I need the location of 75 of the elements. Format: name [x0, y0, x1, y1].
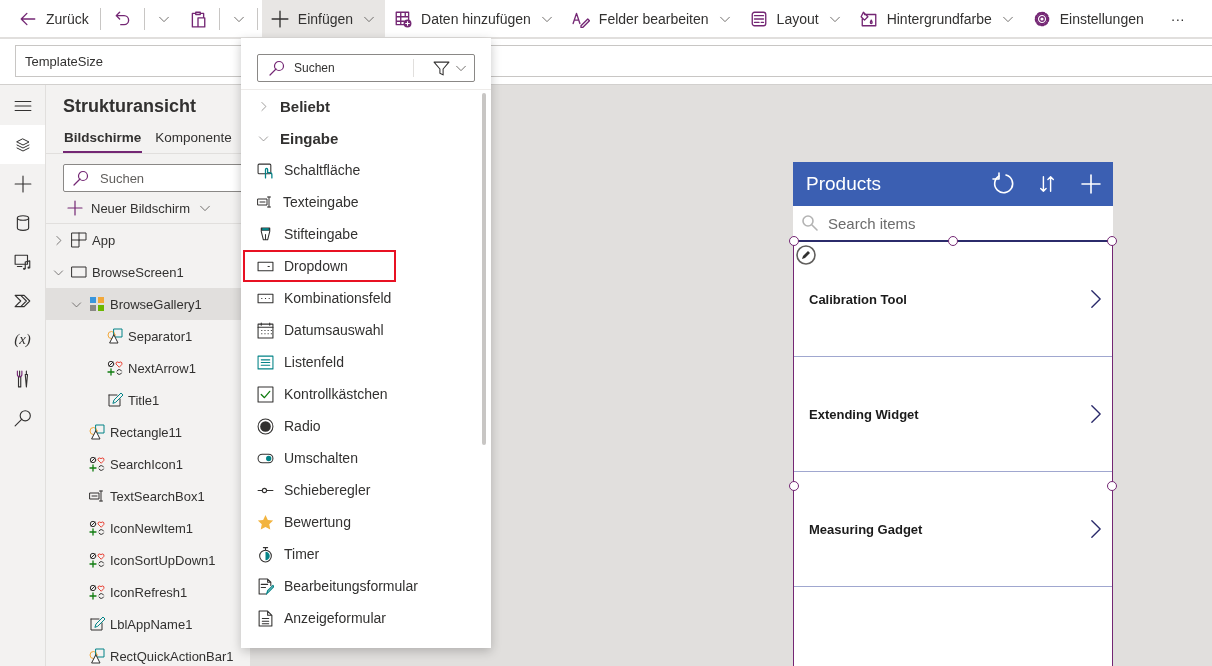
symbols-icon	[89, 552, 105, 568]
screen-icon	[71, 264, 87, 280]
shapes-icon	[89, 648, 105, 664]
resize-handle[interactable]	[789, 481, 799, 491]
search-icon	[269, 60, 285, 76]
menu-item[interactable]: Schaltfläche	[243, 154, 409, 186]
paint-bucket-icon	[859, 9, 878, 28]
item-title: Calibration Tool	[809, 291, 908, 307]
tab[interactable]: Komponente	[154, 126, 233, 153]
toolbar-button[interactable]: Einstellungen	[1023, 0, 1153, 37]
tab[interactable]: Bildschirme	[63, 126, 143, 153]
panel-title: Strukturansicht	[62, 95, 198, 118]
gallery-icon	[89, 296, 105, 312]
button-icon	[257, 161, 274, 179]
checkbox-icon	[257, 385, 274, 403]
new-screen-button[interactable]: Neuer Bildschirm	[63, 198, 216, 218]
plus-icon	[67, 200, 83, 216]
category-header[interactable]: Beliebt	[241, 90, 336, 122]
variables-button[interactable]: (x)	[0, 320, 45, 359]
edit-icon	[796, 245, 816, 265]
undo-icon	[113, 9, 132, 28]
symbols-icon	[89, 584, 105, 600]
layout-icon	[749, 9, 768, 28]
list-box-icon	[257, 353, 274, 371]
toolbar-button[interactable]: Daten hinzufügen	[385, 0, 563, 37]
plus-icon	[13, 174, 32, 193]
chevron-right-icon	[1090, 404, 1102, 424]
search-icon	[801, 214, 819, 232]
refresh-icon	[991, 172, 1015, 196]
chevron-right-icon	[1090, 289, 1102, 309]
tree-item[interactable]: RectQuickActionBar1	[46, 640, 250, 666]
symbols-icon	[89, 520, 105, 536]
shapes-icon	[89, 424, 105, 440]
more-button[interactable]: ···	[1152, 0, 1203, 37]
edit-icon	[89, 616, 105, 632]
text-input-icon	[257, 194, 273, 210]
category-header[interactable]: Eingabe	[241, 122, 345, 154]
shapes-icon	[107, 328, 123, 344]
symbols-icon	[107, 360, 123, 376]
app-title: Products	[806, 173, 882, 195]
toolbar-button[interactable]: Layout	[740, 0, 851, 37]
resize-handle[interactable]	[948, 236, 958, 246]
item-title: Measuring Gadget	[809, 521, 924, 537]
chevron-right-icon	[1090, 519, 1102, 539]
filter-icon	[433, 59, 450, 77]
calendar-icon	[257, 321, 274, 339]
search-icon	[13, 408, 32, 427]
toolbar-button[interactable]: Hintergrundfarbe	[850, 0, 1024, 37]
search-field[interactable]: Suchen	[257, 54, 475, 82]
text-input-icon	[89, 488, 105, 504]
sort-icon	[1038, 174, 1056, 194]
item-title: Extending Widget	[809, 406, 920, 422]
edit-icon	[107, 392, 123, 408]
layers-icon	[14, 136, 31, 153]
grid-icon	[71, 232, 87, 248]
form-edit-icon	[257, 577, 274, 595]
plus-icon	[270, 9, 289, 28]
layers-button[interactable]	[0, 125, 45, 164]
resize-handle[interactable]	[1107, 236, 1117, 246]
plus-icon	[1081, 174, 1101, 194]
scrollbar-thumb[interactable]	[482, 93, 486, 445]
table-plus-icon	[394, 9, 413, 28]
media-icon	[13, 252, 32, 271]
toolbar-button[interactable]: Einfügen	[261, 0, 386, 37]
resize-handle[interactable]	[789, 236, 799, 246]
stopwatch-icon	[257, 545, 274, 563]
resize-handle[interactable]	[1107, 481, 1117, 491]
document-icon	[257, 609, 274, 627]
star-icon	[257, 513, 274, 531]
search-icon	[73, 170, 89, 186]
menu-item[interactable]: Texteingabe	[243, 186, 407, 218]
menu-item[interactable]: Dropdown	[243, 250, 396, 282]
symbols-icon	[89, 456, 105, 472]
radio-icon	[257, 417, 274, 435]
toolbar-button[interactable]: Felder bearbeiten	[562, 0, 741, 37]
